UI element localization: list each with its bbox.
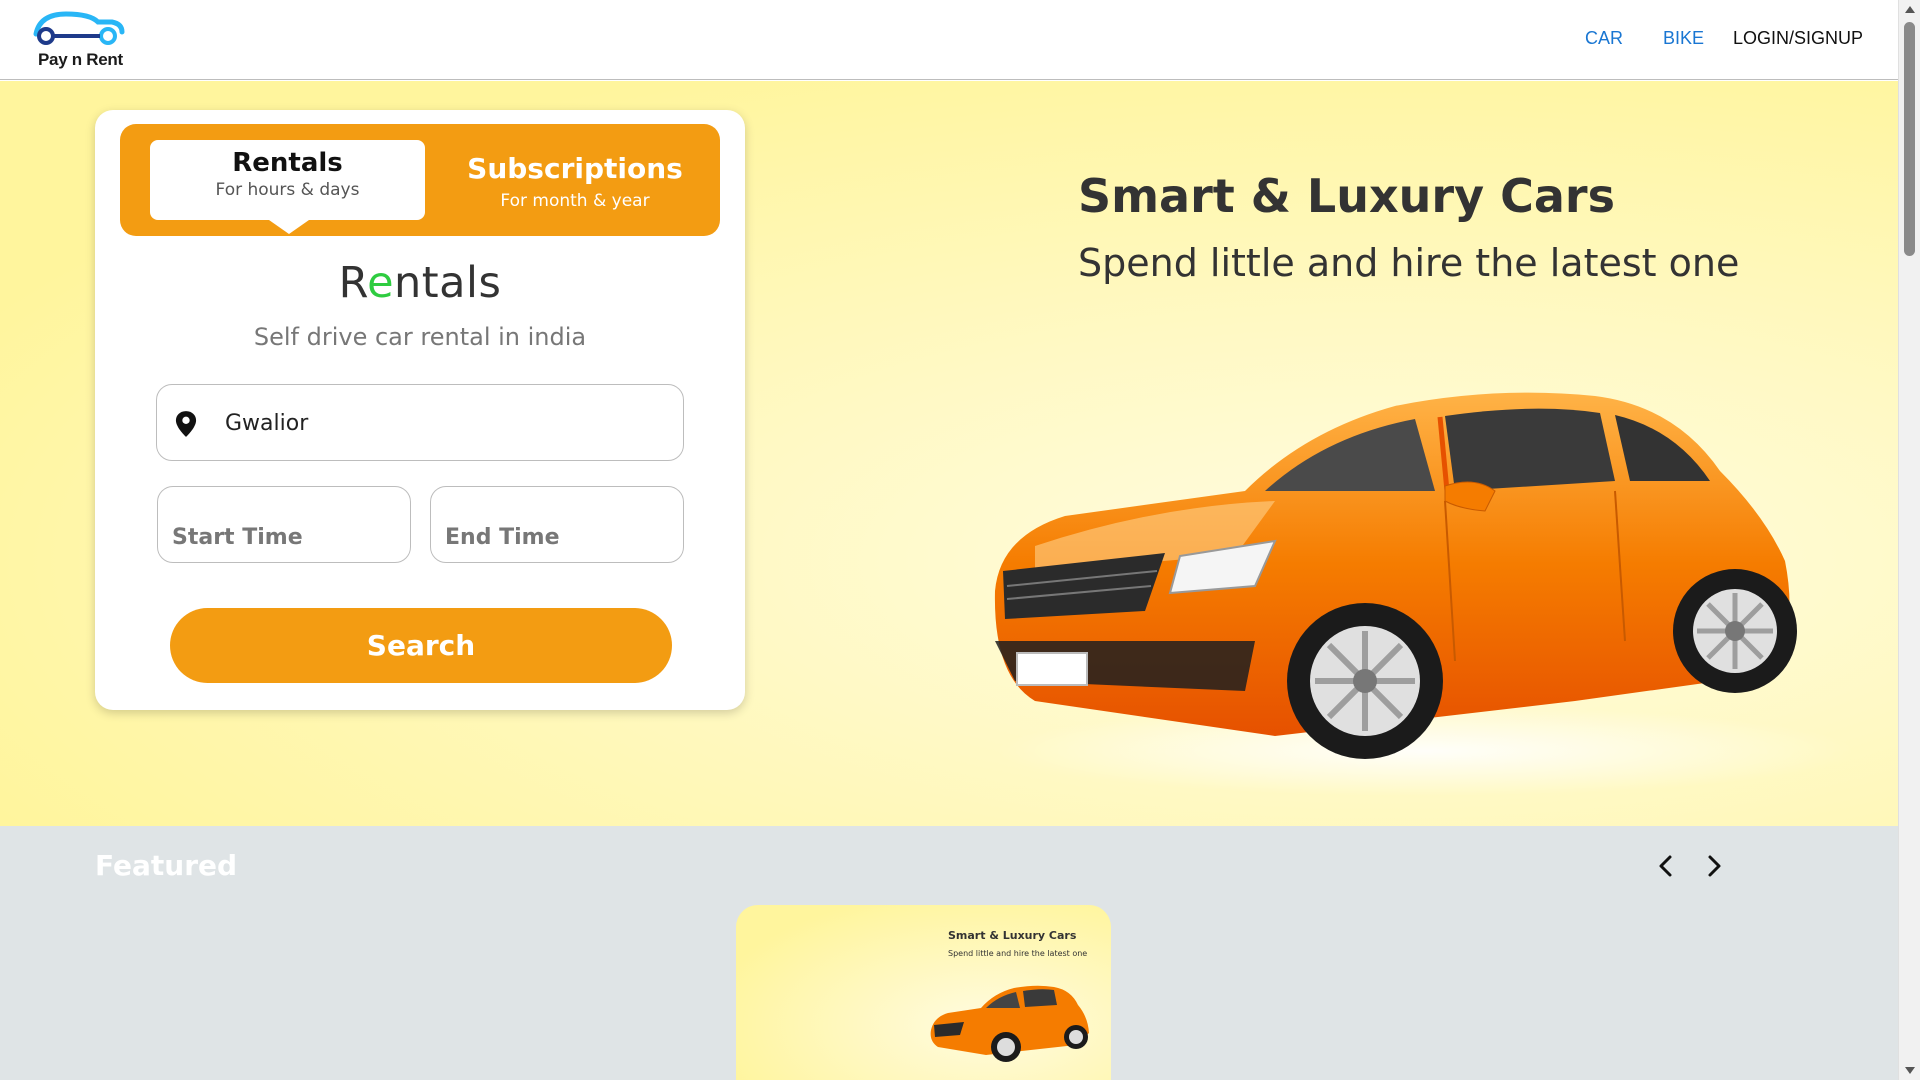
nav-car-link[interactable]: CAR [1585,28,1623,49]
tab-rentals-title: Rentals [232,148,343,178]
tab-subscriptions[interactable]: Subscriptions For month & year [440,152,710,211]
rentals-heading-accent: e [367,258,395,308]
chevron-right-icon[interactable] [1700,852,1728,880]
featured-card[interactable]: Smart & Luxury Cars Spend little and hir… [736,905,1111,1080]
start-time-field[interactable]: Start Time [157,486,411,563]
paynrent-logo[interactable]: Pay n Rent [30,8,126,72]
hero-title: Smart & Luxury Cars [1078,169,1615,223]
page-scrollbar[interactable] [1898,0,1920,1080]
location-value: Gwalior [225,411,309,436]
brand-name: Pay n Rent [38,50,123,69]
featured-card-subtitle: Spend little and hire the latest one [948,949,1088,958]
nav-bike-link[interactable]: BIKE [1663,28,1704,49]
hero-subtitle: Spend little and hire the latest one [1078,241,1740,285]
featured-car-image [930,985,1089,1062]
hero-section: Rentals For hours & days Subscriptions F… [0,81,1898,826]
chevron-left-icon[interactable] [1652,852,1680,880]
rentals-heading: Rentals [95,258,745,308]
location-field[interactable]: Gwalior [156,384,684,461]
rentals-tagline: Self drive car rental in india [253,323,587,351]
scrollbar-thumb[interactable] [1904,22,1915,256]
end-time-placeholder: End Time [445,525,560,550]
start-time-placeholder: Start Time [172,525,303,550]
tab-subscriptions-title: Subscriptions [467,152,683,185]
tab-subscriptions-subtitle: For month & year [500,191,650,211]
end-time-field[interactable]: End Time [430,486,684,563]
booking-tabs: Rentals For hours & days Subscriptions F… [120,124,720,236]
tab-rentals-subtitle: For hours & days [215,180,360,200]
rentals-heading-first: R [338,258,368,308]
booking-card: Rentals For hours & days Subscriptions F… [95,110,745,710]
orange-car-illustration [994,392,1855,796]
featured-title: Featured [95,849,238,882]
search-button[interactable]: Search [170,608,672,683]
nav-login-signup-link[interactable]: LOGIN/SIGNUP [1733,28,1863,49]
location-pin-icon [175,411,197,437]
rentals-heading-rest: ntals [394,258,502,308]
car-logo-icon [33,11,125,45]
featured-card-title: Smart & Luxury Cars [948,929,1077,942]
scroll-up-arrow-icon[interactable] [1905,6,1915,13]
featured-section: Featured Smart & Luxury Cars Spend littl… [0,826,1898,1080]
tab-rentals[interactable]: Rentals For hours & days [150,140,425,234]
top-header: Pay n Rent CAR BIKE LOGIN/SIGNUP [0,0,1898,80]
scroll-down-arrow-icon[interactable] [1905,1067,1915,1074]
